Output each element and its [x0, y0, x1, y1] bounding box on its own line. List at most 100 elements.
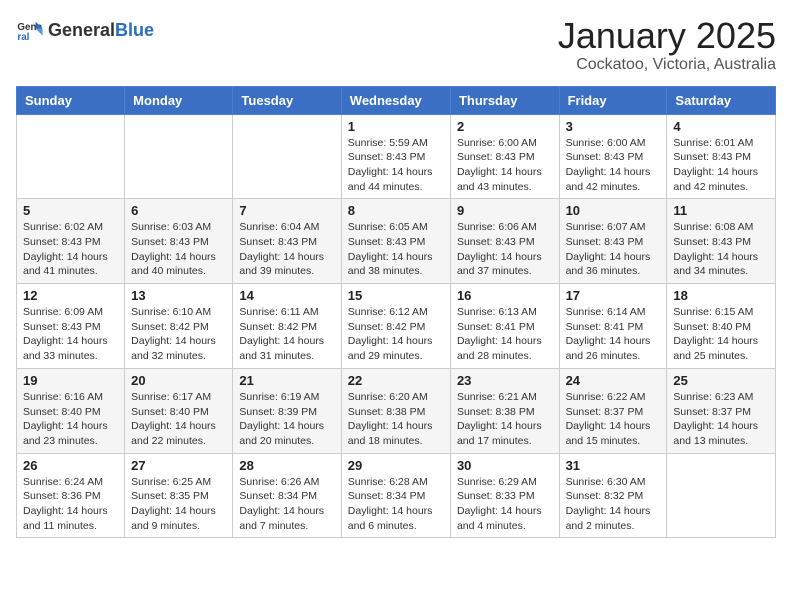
logo-general-text: General — [48, 20, 115, 40]
day-number: 28 — [239, 458, 334, 473]
day-number: 12 — [23, 288, 118, 303]
calendar-cell: 22Sunrise: 6:20 AM Sunset: 8:38 PM Dayli… — [341, 368, 450, 453]
calendar-cell: 21 Sunrise: 6:19 AM Sunset: 8:39 PM Dayli… — [233, 368, 341, 453]
calendar-cell — [17, 114, 125, 199]
day-header-friday: Friday — [559, 86, 667, 114]
calendar-week-4: 19 Sunrise: 6:16 AM Sunset: 8:40 PM Dayli… — [17, 368, 776, 453]
day-info: Sunrise: 6:21 AM Sunset: 8:38 PM Dayligh… — [457, 390, 553, 449]
calendar-title: January 2025 — [558, 16, 776, 56]
day-number: 24 — [566, 373, 661, 388]
day-info: Sunrise: 6:23 AM Sunset: 8:37 PM Dayligh… — [673, 390, 769, 449]
day-info: Sunrise: 6:01 AM Sunset: 8:43 PM Dayligh… — [673, 136, 769, 195]
calendar-cell: 29 Sunrise: 6:28 AM Sunset: 8:34 PM Dayli… — [341, 453, 450, 538]
day-number: 25 — [673, 373, 769, 388]
day-number: 14 — [239, 288, 334, 303]
day-number: 17 — [566, 288, 661, 303]
day-info: Sunrise: 6:26 AM Sunset: 8:34 PM Dayligh… — [239, 475, 334, 534]
day-info: Sunrise: 6:16 AM Sunset: 8:40 PM Dayligh… — [23, 390, 118, 449]
day-info: Sunrise: 6:13 AM Sunset: 8:41 PM Dayligh… — [457, 305, 553, 364]
calendar-table: SundayMondayTuesdayWednesdayThursdayFrid… — [16, 86, 776, 539]
day-number: 4 — [673, 119, 769, 134]
logo: Gene ral GeneralBlue — [16, 16, 154, 44]
day-info: Sunrise: 6:28 AM Sunset: 8:34 PM Dayligh… — [348, 475, 444, 534]
calendar-cell: 12 Sunrise: 6:09 AM Sunset: 8:43 PM Dayli… — [17, 284, 125, 369]
day-info: Sunrise: 6:05 AM Sunset: 8:43 PM Dayligh… — [348, 220, 444, 279]
calendar-cell: 15Sunrise: 6:12 AM Sunset: 8:42 PM Dayli… — [341, 284, 450, 369]
calendar-cell: 10 Sunrise: 6:07 AM Sunset: 8:43 PM Dayli… — [559, 199, 667, 284]
day-info: Sunrise: 6:22 AM Sunset: 8:37 PM Dayligh… — [566, 390, 661, 449]
calendar-cell: 26 Sunrise: 6:24 AM Sunset: 8:36 PM Dayli… — [17, 453, 125, 538]
day-header-row: SundayMondayTuesdayWednesdayThursdayFrid… — [17, 86, 776, 114]
day-info: Sunrise: 6:29 AM Sunset: 8:33 PM Dayligh… — [457, 475, 553, 534]
day-number: 19 — [23, 373, 118, 388]
calendar-cell: 16 Sunrise: 6:13 AM Sunset: 8:41 PM Dayli… — [450, 284, 559, 369]
calendar-cell: 28 Sunrise: 6:26 AM Sunset: 8:34 PM Dayli… — [233, 453, 341, 538]
calendar-cell: 6Sunrise: 6:03 AM Sunset: 8:43 PM Daylig… — [125, 199, 233, 284]
calendar-week-5: 26 Sunrise: 6:24 AM Sunset: 8:36 PM Dayli… — [17, 453, 776, 538]
day-header-thursday: Thursday — [450, 86, 559, 114]
calendar-cell: 25 Sunrise: 6:23 AM Sunset: 8:37 PM Dayli… — [667, 368, 776, 453]
calendar-cell: 7Sunrise: 6:04 AM Sunset: 8:43 PM Daylig… — [233, 199, 341, 284]
day-header-sunday: Sunday — [17, 86, 125, 114]
calendar-cell — [667, 453, 776, 538]
calendar-cell: 4 Sunrise: 6:01 AM Sunset: 8:43 PM Daylig… — [667, 114, 776, 199]
calendar-cell: 19 Sunrise: 6:16 AM Sunset: 8:40 PM Dayli… — [17, 368, 125, 453]
day-info: Sunrise: 6:00 AM Sunset: 8:43 PM Dayligh… — [566, 136, 661, 195]
day-info: Sunrise: 6:06 AM Sunset: 8:43 PM Dayligh… — [457, 220, 553, 279]
day-header-monday: Monday — [125, 86, 233, 114]
day-number: 31 — [566, 458, 661, 473]
calendar-cell: 31Sunrise: 6:30 AM Sunset: 8:32 PM Dayli… — [559, 453, 667, 538]
day-info: Sunrise: 6:20 AM Sunset: 8:38 PM Dayligh… — [348, 390, 444, 449]
calendar-cell: 14 Sunrise: 6:11 AM Sunset: 8:42 PM Dayli… — [233, 284, 341, 369]
day-info: Sunrise: 6:02 AM Sunset: 8:43 PM Dayligh… — [23, 220, 118, 279]
calendar-week-2: 5 Sunrise: 6:02 AM Sunset: 8:43 PM Daylig… — [17, 199, 776, 284]
calendar-cell: 27 Sunrise: 6:25 AM Sunset: 8:35 PM Dayli… — [125, 453, 233, 538]
day-info: Sunrise: 6:25 AM Sunset: 8:35 PM Dayligh… — [131, 475, 226, 534]
calendar-cell: 18Sunrise: 6:15 AM Sunset: 8:40 PM Dayli… — [667, 284, 776, 369]
day-info: Sunrise: 6:08 AM Sunset: 8:43 PM Dayligh… — [673, 220, 769, 279]
calendar-cell: 8Sunrise: 6:05 AM Sunset: 8:43 PM Daylig… — [341, 199, 450, 284]
day-number: 9 — [457, 203, 553, 218]
day-number: 5 — [23, 203, 118, 218]
calendar-cell: 24 Sunrise: 6:22 AM Sunset: 8:37 PM Dayli… — [559, 368, 667, 453]
page-header: Gene ral GeneralBlue January 2025 Cockat… — [16, 16, 776, 74]
day-number: 20 — [131, 373, 226, 388]
calendar-cell: 9 Sunrise: 6:06 AM Sunset: 8:43 PM Daylig… — [450, 199, 559, 284]
day-info: Sunrise: 6:24 AM Sunset: 8:36 PM Dayligh… — [23, 475, 118, 534]
day-header-saturday: Saturday — [667, 86, 776, 114]
day-number: 30 — [457, 458, 553, 473]
calendar-cell: 5 Sunrise: 6:02 AM Sunset: 8:43 PM Daylig… — [17, 199, 125, 284]
day-info: Sunrise: 6:07 AM Sunset: 8:43 PM Dayligh… — [566, 220, 661, 279]
day-info: Sunrise: 6:11 AM Sunset: 8:42 PM Dayligh… — [239, 305, 334, 364]
day-number: 3 — [566, 119, 661, 134]
logo-blue-text: Blue — [115, 20, 154, 40]
day-number: 26 — [23, 458, 118, 473]
day-number: 10 — [566, 203, 661, 218]
day-number: 6 — [131, 203, 226, 218]
calendar-cell — [125, 114, 233, 199]
day-info: Sunrise: 6:04 AM Sunset: 8:43 PM Dayligh… — [239, 220, 334, 279]
calendar-week-3: 12 Sunrise: 6:09 AM Sunset: 8:43 PM Dayli… — [17, 284, 776, 369]
day-info: Sunrise: 6:09 AM Sunset: 8:43 PM Dayligh… — [23, 305, 118, 364]
calendar-body: 1Sunrise: 5:59 AM Sunset: 8:43 PM Daylig… — [17, 114, 776, 538]
calendar-cell: 1Sunrise: 5:59 AM Sunset: 8:43 PM Daylig… — [341, 114, 450, 199]
calendar-subtitle: Cockatoo, Victoria, Australia — [558, 56, 776, 74]
day-info: Sunrise: 6:19 AM Sunset: 8:39 PM Dayligh… — [239, 390, 334, 449]
day-info: Sunrise: 6:14 AM Sunset: 8:41 PM Dayligh… — [566, 305, 661, 364]
logo-icon: Gene ral — [16, 16, 44, 44]
day-number: 27 — [131, 458, 226, 473]
svg-text:ral: ral — [17, 32, 29, 43]
calendar-cell: 2 Sunrise: 6:00 AM Sunset: 8:43 PM Daylig… — [450, 114, 559, 199]
day-number: 18 — [673, 288, 769, 303]
day-info: Sunrise: 6:00 AM Sunset: 8:43 PM Dayligh… — [457, 136, 553, 195]
day-number: 2 — [457, 119, 553, 134]
calendar-cell: 11Sunrise: 6:08 AM Sunset: 8:43 PM Dayli… — [667, 199, 776, 284]
day-info: Sunrise: 6:10 AM Sunset: 8:42 PM Dayligh… — [131, 305, 226, 364]
day-number: 29 — [348, 458, 444, 473]
day-number: 21 — [239, 373, 334, 388]
day-number: 16 — [457, 288, 553, 303]
calendar-cell — [233, 114, 341, 199]
day-info: Sunrise: 6:17 AM Sunset: 8:40 PM Dayligh… — [131, 390, 226, 449]
day-header-wednesday: Wednesday — [341, 86, 450, 114]
day-info: Sunrise: 6:12 AM Sunset: 8:42 PM Dayligh… — [348, 305, 444, 364]
